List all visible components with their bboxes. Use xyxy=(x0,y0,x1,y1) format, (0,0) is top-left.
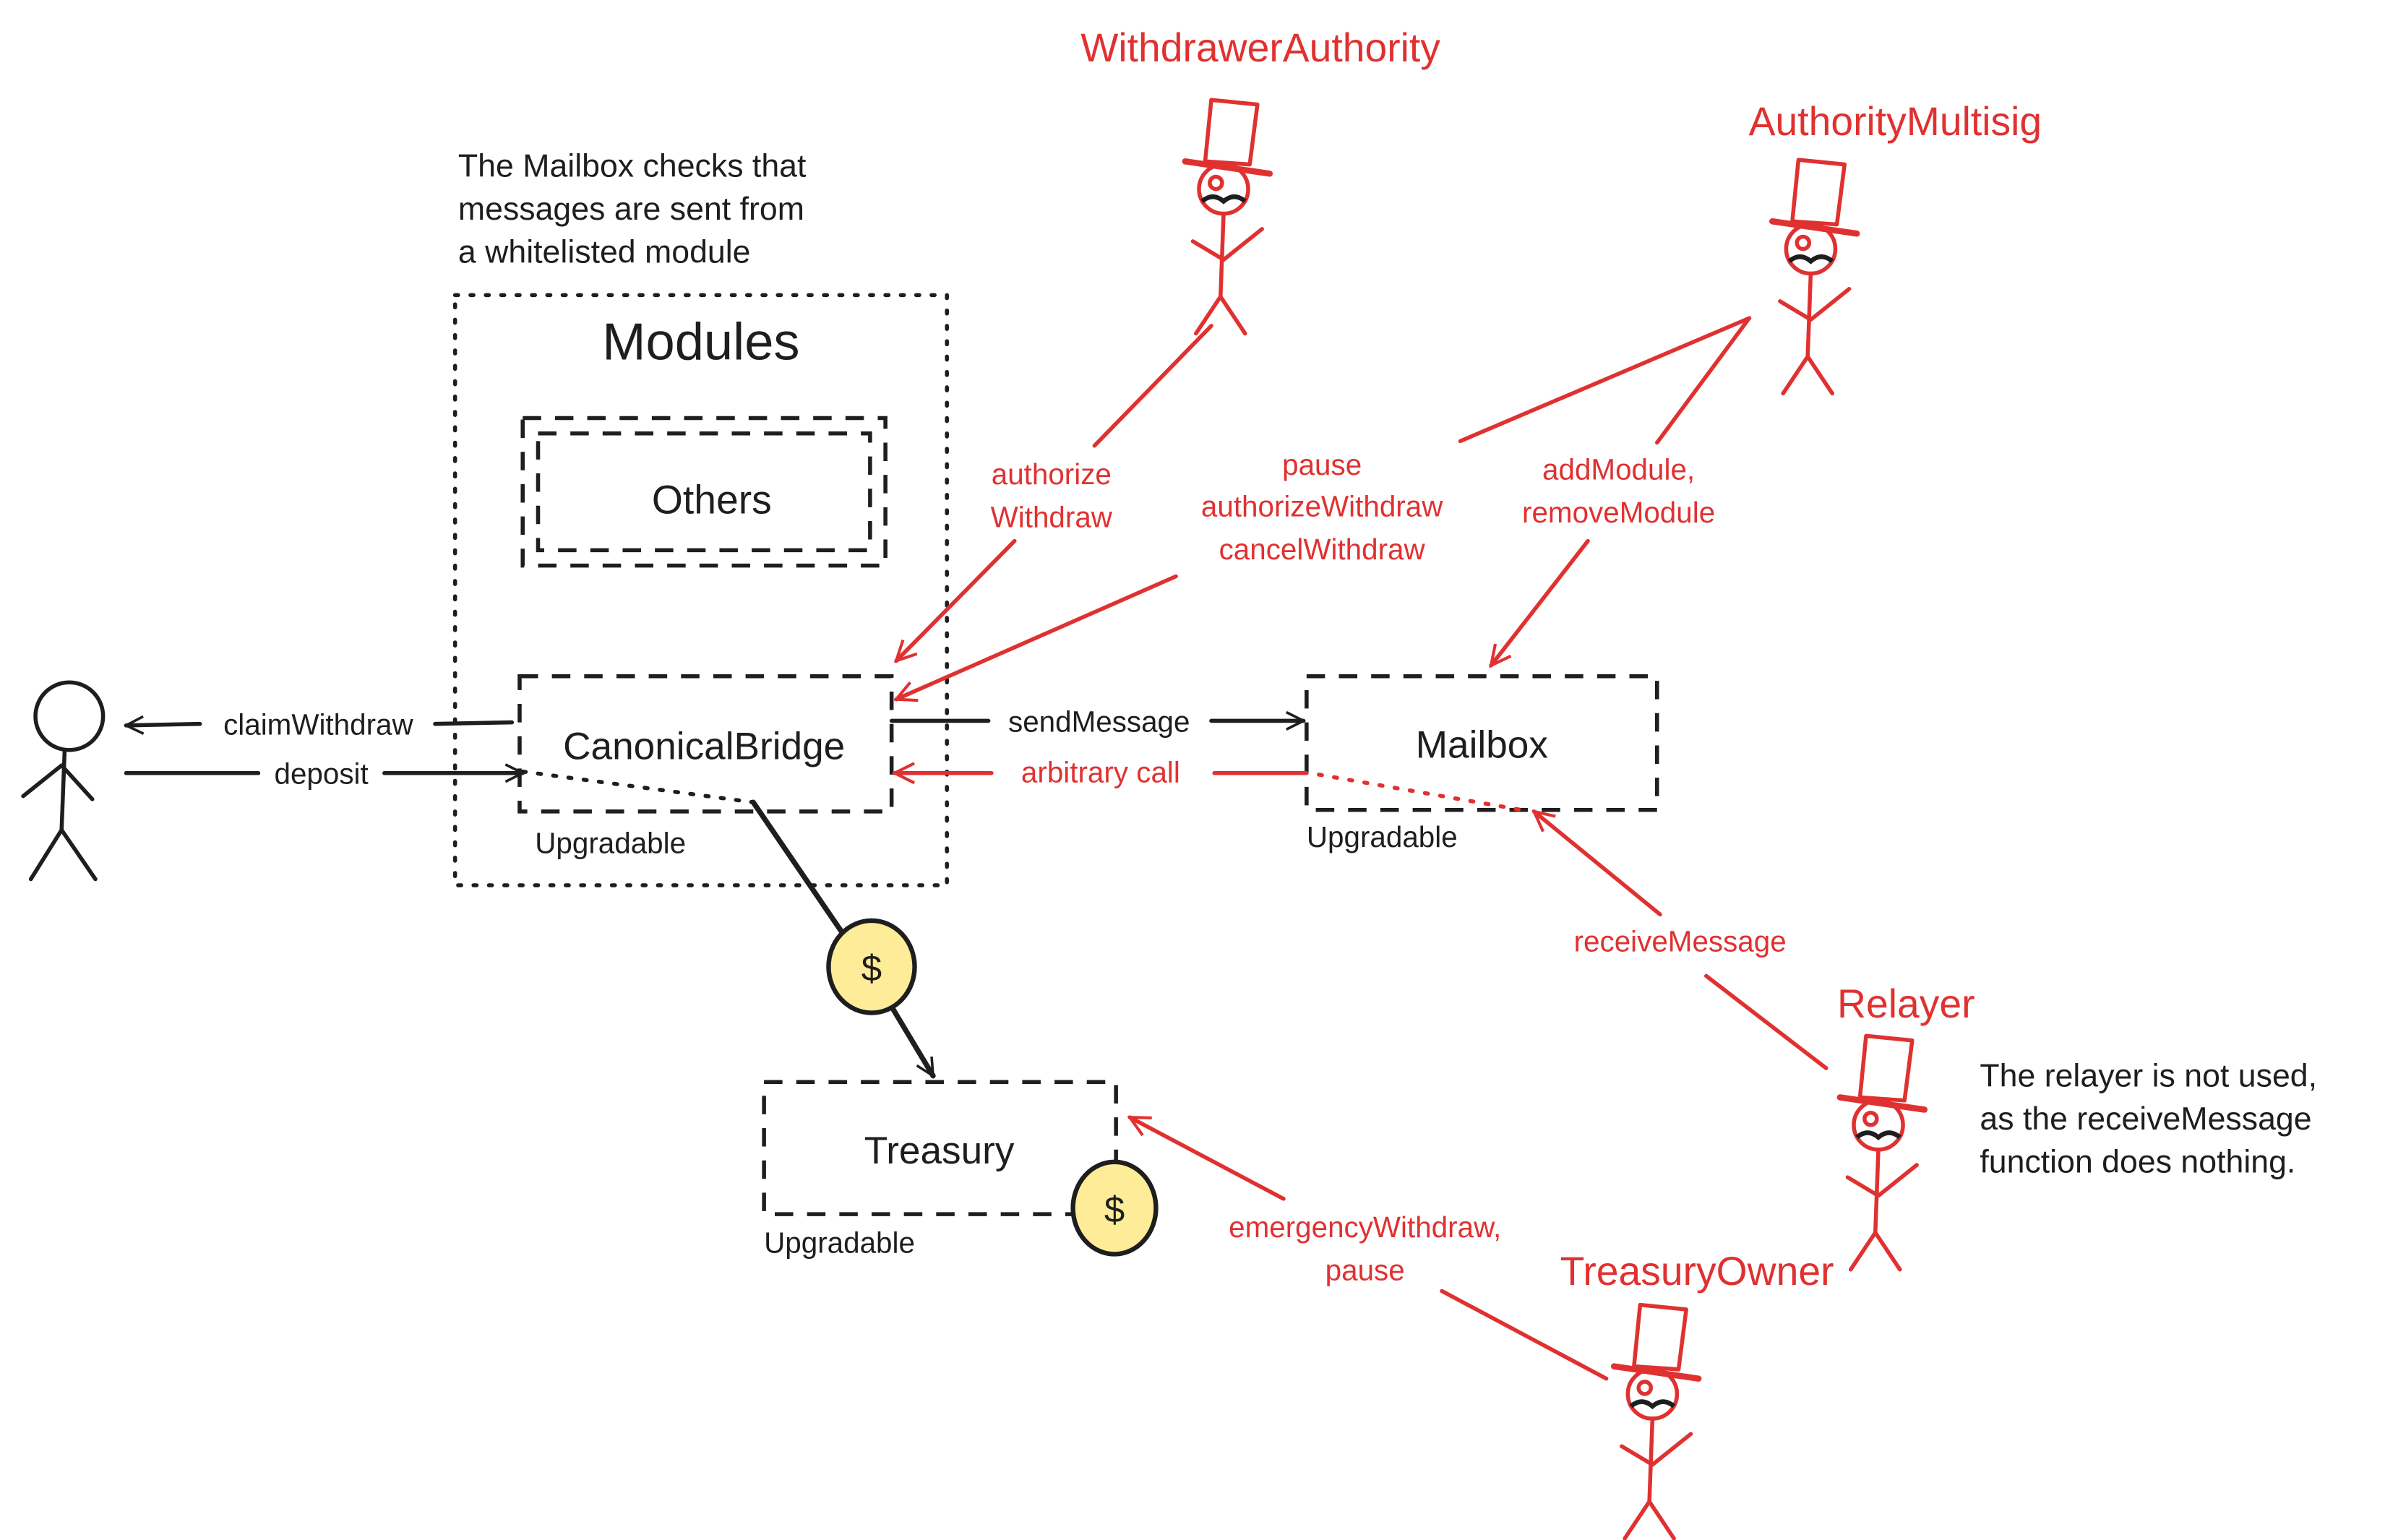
treasury-owner-top-hat-figure-icon[interactable] xyxy=(1610,1302,1702,1540)
dollar-coin-icon: $ xyxy=(826,918,917,1015)
note-line: as the receiveMessage xyxy=(1980,1101,2311,1137)
send-message-label: sendMessage xyxy=(1008,705,1190,738)
note-line: The relayer is not used, xyxy=(1980,1059,2317,1094)
treasury-label: Treasury xyxy=(864,1130,1015,1172)
relayer-title: Relayer xyxy=(1837,981,1975,1026)
claim-withdraw-label: claimWithdraw xyxy=(223,708,413,741)
treasury-owner-line xyxy=(1440,1289,1609,1381)
label-line: authorizeWithdraw xyxy=(1201,490,1443,523)
label-line: emergencyWithdraw, xyxy=(1229,1210,1501,1244)
label-line: Withdraw xyxy=(991,500,1113,533)
receive-message-line xyxy=(1704,973,1828,1070)
bridge-dotted-link xyxy=(520,769,756,804)
label-line: cancelWithdraw xyxy=(1219,533,1426,566)
coin-symbol: $ xyxy=(861,947,882,989)
others-box[interactable]: Others xyxy=(520,416,888,568)
relayer-note: The relayer is not used, as the receiveM… xyxy=(1980,1059,2317,1180)
coin-symbol: $ xyxy=(1104,1189,1125,1230)
note-line: The Mailbox checks that xyxy=(458,149,807,184)
mailbox-note: The Mailbox checks that messages are sen… xyxy=(458,149,807,270)
multisig-bridge-label: pause authorizeWithdraw cancelWithdraw xyxy=(1201,448,1443,566)
withdrawer-authority-top-hat-figure-icon[interactable] xyxy=(1182,98,1273,336)
mailbox-dotted-link xyxy=(1317,773,1524,812)
canonical-bridge-label: CanonicalBridge xyxy=(563,726,845,768)
treasury-owner-label: emergencyWithdraw, pause xyxy=(1229,1210,1501,1287)
label-line: pause xyxy=(1325,1254,1405,1287)
mailbox-label: Mailbox xyxy=(1416,723,1548,766)
authority-multisig-top-hat-figure-icon[interactable] xyxy=(1769,158,1860,396)
note-line: messages are sent from xyxy=(458,192,804,227)
note-line: function does nothing. xyxy=(1980,1145,2295,1180)
canonical-bridge-box[interactable]: CanonicalBridge xyxy=(517,674,894,814)
label-line: removeModule xyxy=(1522,496,1715,529)
deposit-label: deposit xyxy=(275,757,369,791)
modules-title: Modules xyxy=(602,314,799,371)
canonical-bridge-upgradable: Upgradable xyxy=(535,826,686,859)
treasury-box[interactable]: Treasury xyxy=(762,1080,1118,1216)
claim-withdraw-line xyxy=(433,720,515,726)
mailbox-box[interactable]: Mailbox xyxy=(1305,674,1659,812)
authorize-withdraw-line xyxy=(1092,324,1213,448)
bridge-treasury-flow xyxy=(750,799,846,936)
arbitrary-call-label: arbitrary call xyxy=(1021,756,1180,789)
receive-message-arrow xyxy=(1534,812,1662,917)
treasury-owner-title: TreasuryOwner xyxy=(1560,1249,1834,1294)
withdrawer-authority-title: WithdrawerAuthority xyxy=(1080,25,1440,70)
note-line: a whitelisted module xyxy=(458,235,751,270)
modules-group xyxy=(452,293,949,887)
architecture-diagram: The Mailbox checks that messages are sen… xyxy=(21,25,2317,1540)
others-label: Others xyxy=(652,477,772,522)
authorize-withdraw-label: authorize Withdraw xyxy=(991,457,1113,534)
user-stick-figure-icon xyxy=(21,680,106,882)
authority-multisig-title: AuthorityMultisig xyxy=(1749,99,2042,144)
multisig-bridge-arrow xyxy=(896,574,1178,700)
mailbox-upgradable: Upgradable xyxy=(1307,820,1458,853)
receive-message-label: receiveMessage xyxy=(1574,924,1787,958)
claim-withdraw-arrow xyxy=(126,724,202,726)
bridge-treasury-arrow xyxy=(889,1004,936,1079)
label-line: pause xyxy=(1282,448,1362,481)
label-line: authorize xyxy=(992,457,1112,491)
label-line: addModule, xyxy=(1542,453,1695,486)
multisig-mailbox-label: addModule, removeModule xyxy=(1522,453,1715,530)
relayer-top-hat-figure-icon[interactable] xyxy=(1836,1033,1928,1272)
multisig-mailbox-arrow xyxy=(1491,538,1590,666)
authorize-withdraw-arrow xyxy=(896,538,1017,661)
dollar-coin-icon: $ xyxy=(1070,1159,1159,1257)
treasury-upgradable: Upgradable xyxy=(764,1226,915,1259)
